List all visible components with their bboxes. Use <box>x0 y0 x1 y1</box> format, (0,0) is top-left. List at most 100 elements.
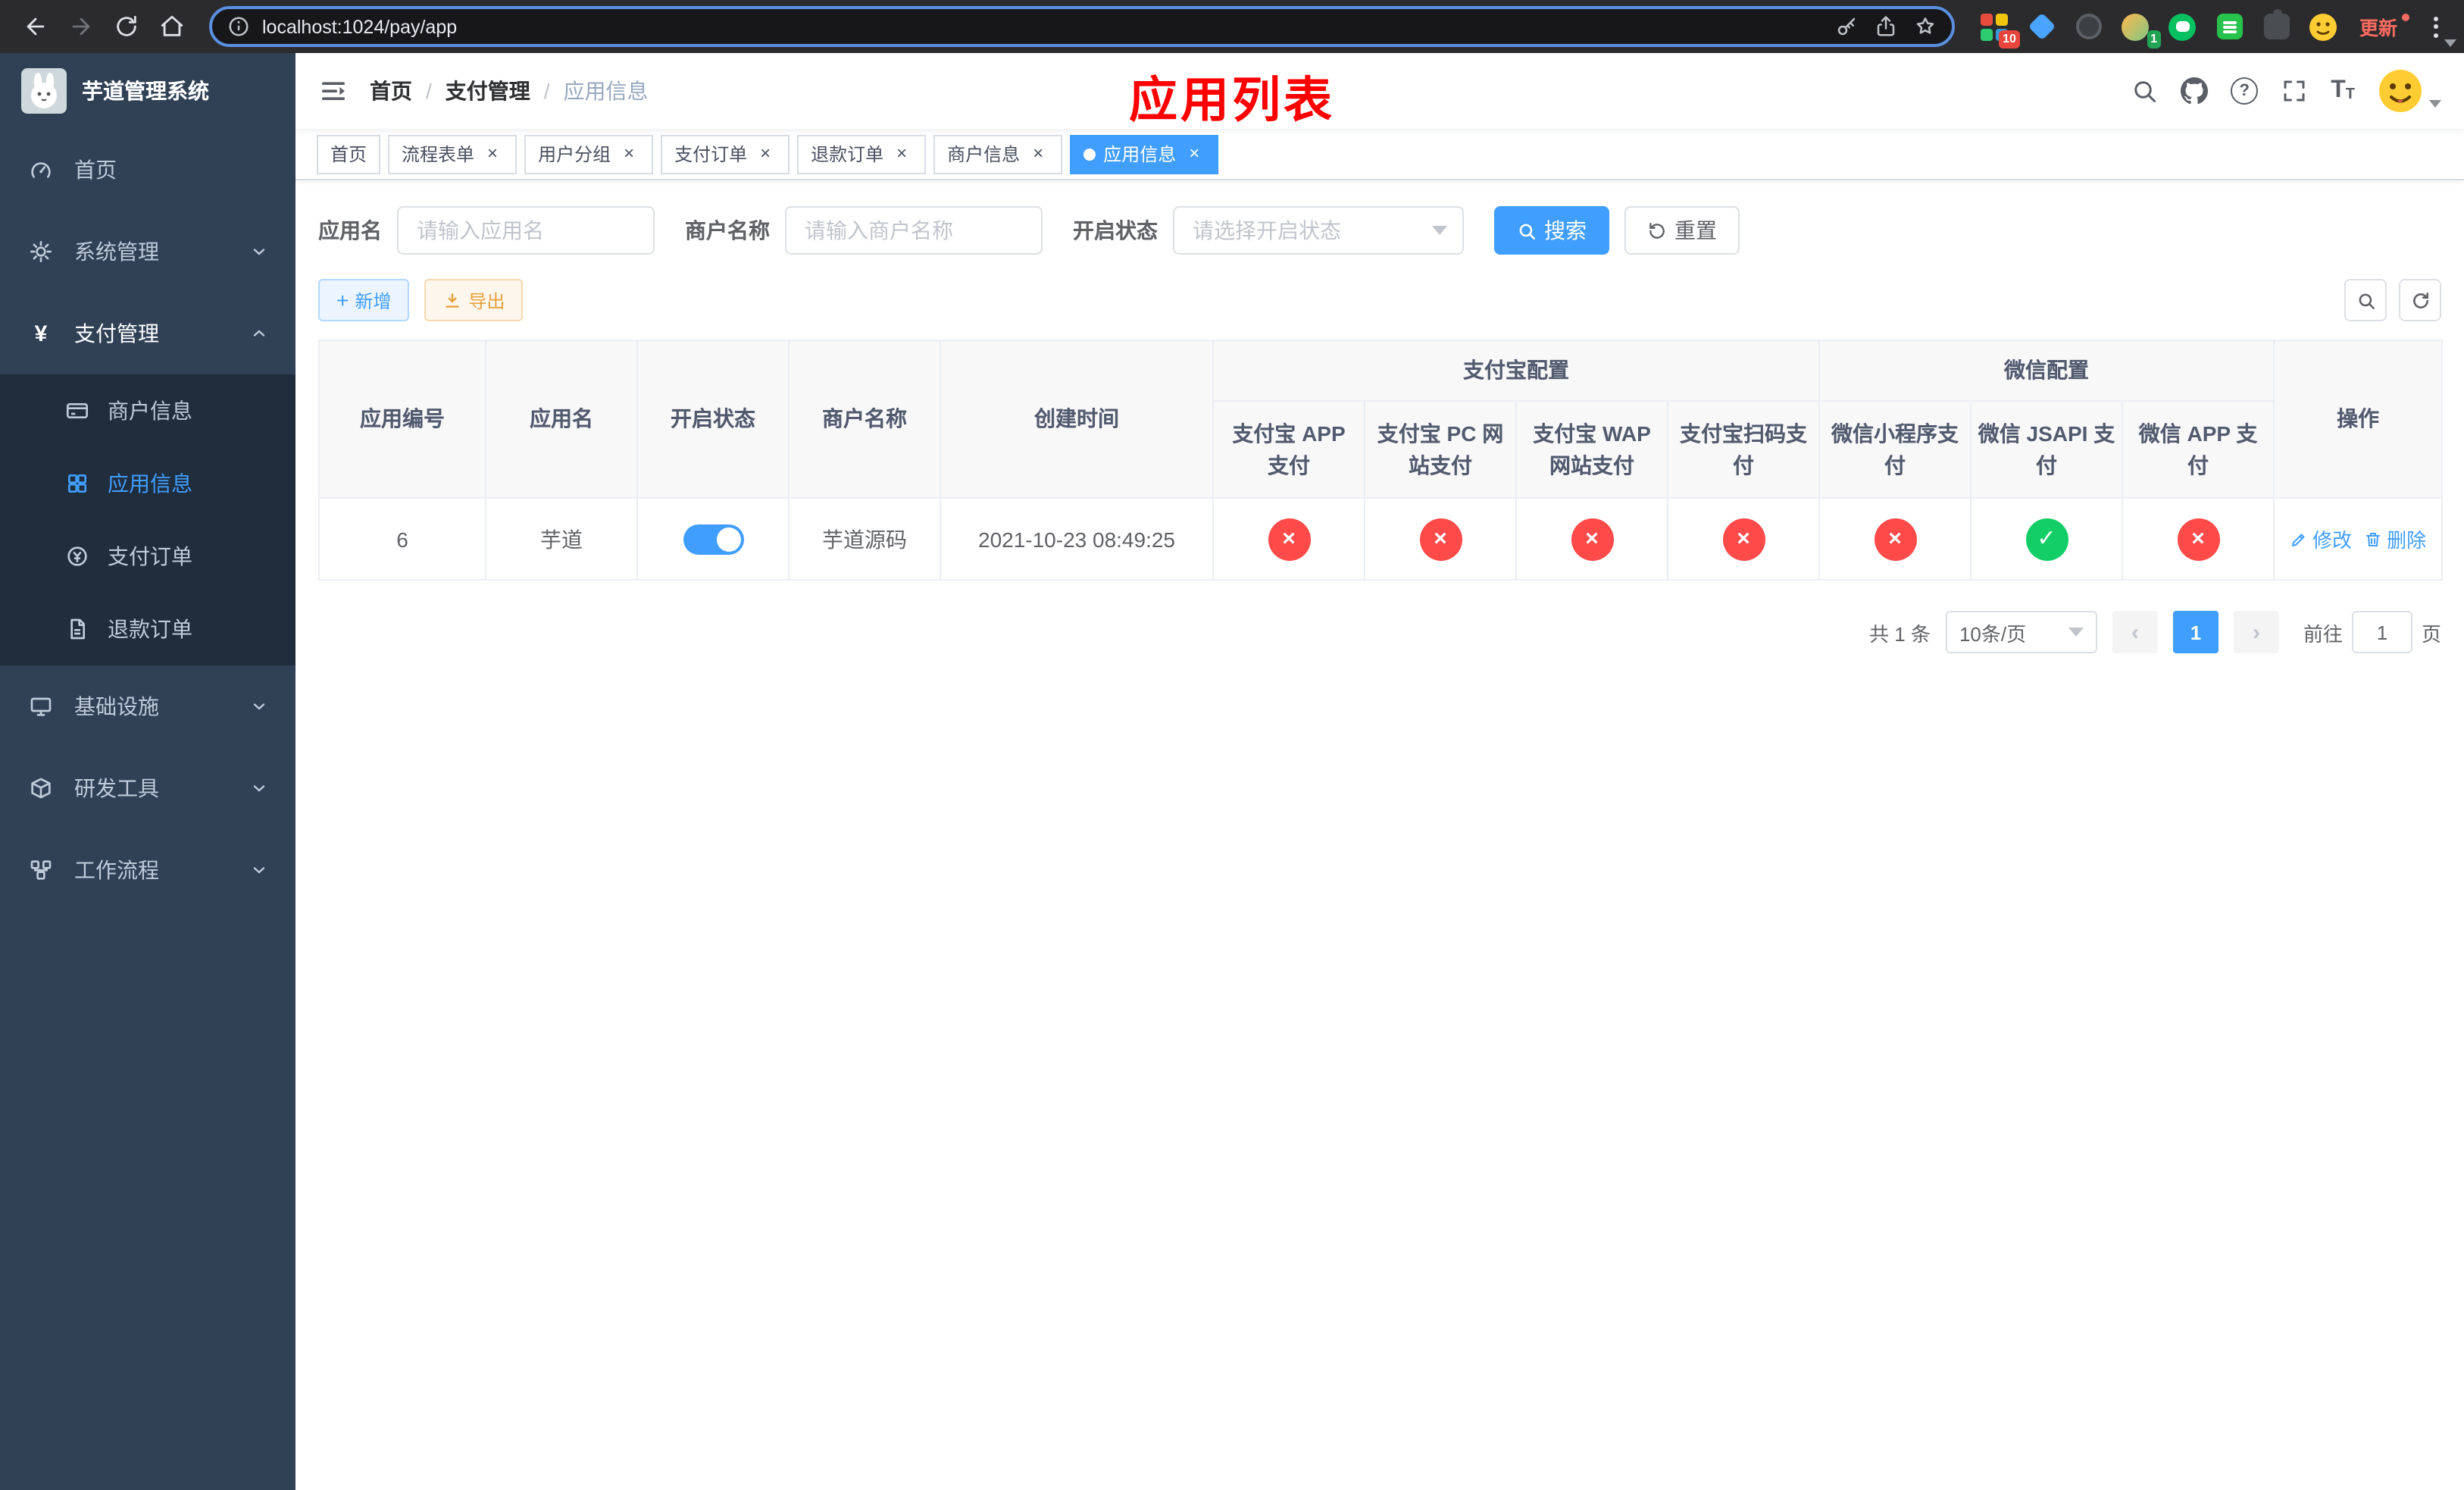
top-navbar: 首页 / 支付管理 / 应用信息 ? TT <box>295 53 2464 129</box>
sidebar-item-workflow[interactable]: 工作流程 <box>0 829 295 911</box>
sidebar-item-app-info[interactable]: 应用信息 <box>0 447 295 520</box>
header-search-icon[interactable] <box>2131 77 2158 105</box>
ext-grid-icon[interactable]: 10 <box>1979 11 2020 49</box>
prev-page-button[interactable]: ‹ <box>2112 611 2158 653</box>
delete-link[interactable]: 删除 <box>2364 524 2426 553</box>
sidebar-item-label: 工作流程 <box>74 858 159 882</box>
tab-user-group[interactable]: 用户分组 × <box>524 134 654 174</box>
search-button[interactable]: 搜索 <box>1494 206 1609 255</box>
fullscreen-icon[interactable] <box>2281 77 2308 105</box>
tab-close-icon[interactable]: × <box>891 142 912 164</box>
tab-close-icon[interactable]: × <box>1027 142 1049 164</box>
toggle-search-button[interactable] <box>2344 279 2387 321</box>
breadcrumb-payment[interactable]: 支付管理 <box>446 76 530 106</box>
chevron-down-icon <box>250 697 268 715</box>
tab-payment-orders[interactable]: 支付订单 × <box>661 134 790 174</box>
search-icon <box>2358 293 2375 309</box>
row-status-toggle[interactable] <box>683 524 743 554</box>
user-avatar[interactable] <box>2378 68 2441 114</box>
table-toolbar: + 新增 导出 <box>318 279 2441 321</box>
ext-emoji-icon[interactable] <box>2308 11 2340 42</box>
sidebar-item-refund-orders[interactable]: 退款订单 <box>0 593 295 665</box>
sidebar-fold-icon[interactable] <box>318 76 349 106</box>
navbar-actions: ? TT <box>2131 68 2441 114</box>
tab-merchant-info[interactable]: 商户信息 × <box>933 134 1063 174</box>
sidebar-item-payment-orders[interactable]: 支付订单 <box>0 520 295 593</box>
back-icon[interactable] <box>15 7 55 46</box>
refresh-table-button[interactable] <box>2399 279 2441 321</box>
page-size-select[interactable]: 10条/页 <box>1945 611 2097 653</box>
tab-label: 流程表单 <box>402 144 475 165</box>
github-icon[interactable] <box>2181 77 2209 105</box>
sidebar-item-home[interactable]: 首页 <box>0 129 295 211</box>
home-icon[interactable] <box>152 7 191 46</box>
breadcrumb-home[interactable]: 首页 <box>370 76 412 106</box>
omnibox-trailing-icons <box>1835 15 1937 38</box>
page-number-1[interactable]: 1 <box>2172 611 2219 653</box>
gear-icon <box>27 239 55 264</box>
goto-page-input[interactable] <box>2351 611 2412 653</box>
update-label: 更新 <box>2359 18 2397 39</box>
breadcrumb: 首页 / 支付管理 / 应用信息 <box>370 76 649 106</box>
col-header-name: 应用名 <box>485 340 638 499</box>
refresh-icon <box>2412 291 2428 308</box>
profile-caret-icon[interactable] <box>2444 39 2456 47</box>
ext-puzzle-icon[interactable] <box>2261 9 2293 42</box>
pay-order-icon <box>64 544 91 568</box>
app-logo[interactable]: 芋道管理系统 <box>0 53 295 129</box>
reset-button[interactable]: 重置 <box>1624 206 1740 255</box>
sidebar-item-system[interactable]: 系统管理 <box>0 211 295 293</box>
ext-wechat-icon[interactable] <box>2167 11 2199 42</box>
password-key-icon[interactable] <box>1835 15 1858 38</box>
breadcrumb-current: 应用信息 <box>563 79 649 103</box>
site-info-icon[interactable] <box>227 15 250 38</box>
ext-dark-circle-icon[interactable] <box>2073 11 2105 42</box>
tab-app-info[interactable]: 应用信息 × <box>1070 134 1219 174</box>
cell-actions: 修改 删除 <box>2273 497 2444 581</box>
tab-close-icon[interactable]: × <box>618 142 639 164</box>
ext-gem-icon[interactable] <box>2026 11 2058 42</box>
status-select[interactable]: 请选择开启状态 <box>1173 206 1464 255</box>
tab-process-form[interactable]: 流程表单 × <box>388 134 518 174</box>
sidebar-item-infrastructure[interactable]: 基础设施 <box>0 665 295 747</box>
ext-notes-icon[interactable] <box>2214 11 2246 42</box>
sidebar-item-dev-tools[interactable]: 研发工具 <box>0 747 295 829</box>
sidebar-item-merchant-info[interactable]: 商户信息 <box>0 374 295 447</box>
main-content: 应用名 商户名称 开启状态 请选择开启状态 搜索 重置 + 新增 <box>295 180 2464 1490</box>
app-name-input[interactable] <box>397 206 655 255</box>
col-header-ops: 操作 <box>2273 340 2444 499</box>
export-button[interactable]: 导出 <box>424 279 524 321</box>
sidebar-item-payment[interactable]: ¥ 支付管理 <box>0 293 295 374</box>
help-icon[interactable]: ? <box>2231 77 2259 105</box>
edit-link[interactable]: 修改 <box>2290 524 2352 553</box>
browser-menu-icon[interactable] <box>2423 10 2449 43</box>
app-title: 芋道管理系统 <box>82 79 209 103</box>
col-header-alipay-wap: 支付宝 WAP 网站支付 <box>1515 400 1668 499</box>
merchant-name-input[interactable] <box>785 206 1043 255</box>
tab-close-icon[interactable]: × <box>482 142 503 164</box>
tab-refund-orders[interactable]: 退款订单 × <box>797 134 927 174</box>
next-page-button[interactable]: › <box>2233 611 2279 653</box>
sidebar-menu: 首页 系统管理 ¥ 支付管理 商户信息 应用信息 支付订单 退款订单 基础设施 … <box>0 129 295 911</box>
update-button[interactable]: 更新 <box>2352 12 2417 41</box>
address-bar[interactable]: localhost:1024/pay/app <box>209 6 1955 47</box>
ext-avatar-icon[interactable]: 1 <box>2120 11 2161 49</box>
export-button-label: 导出 <box>468 290 505 311</box>
font-size-icon[interactable]: TT <box>2331 78 2355 103</box>
forward-icon[interactable] <box>61 7 100 46</box>
select-caret-icon <box>2068 628 2084 637</box>
tab-close-icon[interactable]: × <box>755 142 776 164</box>
sidebar-item-label: 首页 <box>74 158 117 182</box>
share-icon[interactable] <box>1875 15 1897 38</box>
logo-avatar <box>21 68 67 114</box>
tab-home[interactable]: 首页 <box>317 134 381 174</box>
bookmark-star-icon[interactable] <box>1914 15 1937 38</box>
url-text[interactable]: localhost:1024/pay/app <box>262 16 1823 37</box>
reload-icon[interactable] <box>106 7 145 46</box>
add-button[interactable]: + 新增 <box>318 279 410 321</box>
status-cross-icon: × <box>1874 518 1916 560</box>
dashboard-icon <box>27 158 55 182</box>
tab-label: 退款订单 <box>811 144 884 165</box>
breadcrumb-separator: / <box>426 79 432 103</box>
tab-close-icon[interactable]: × <box>1184 142 1205 164</box>
